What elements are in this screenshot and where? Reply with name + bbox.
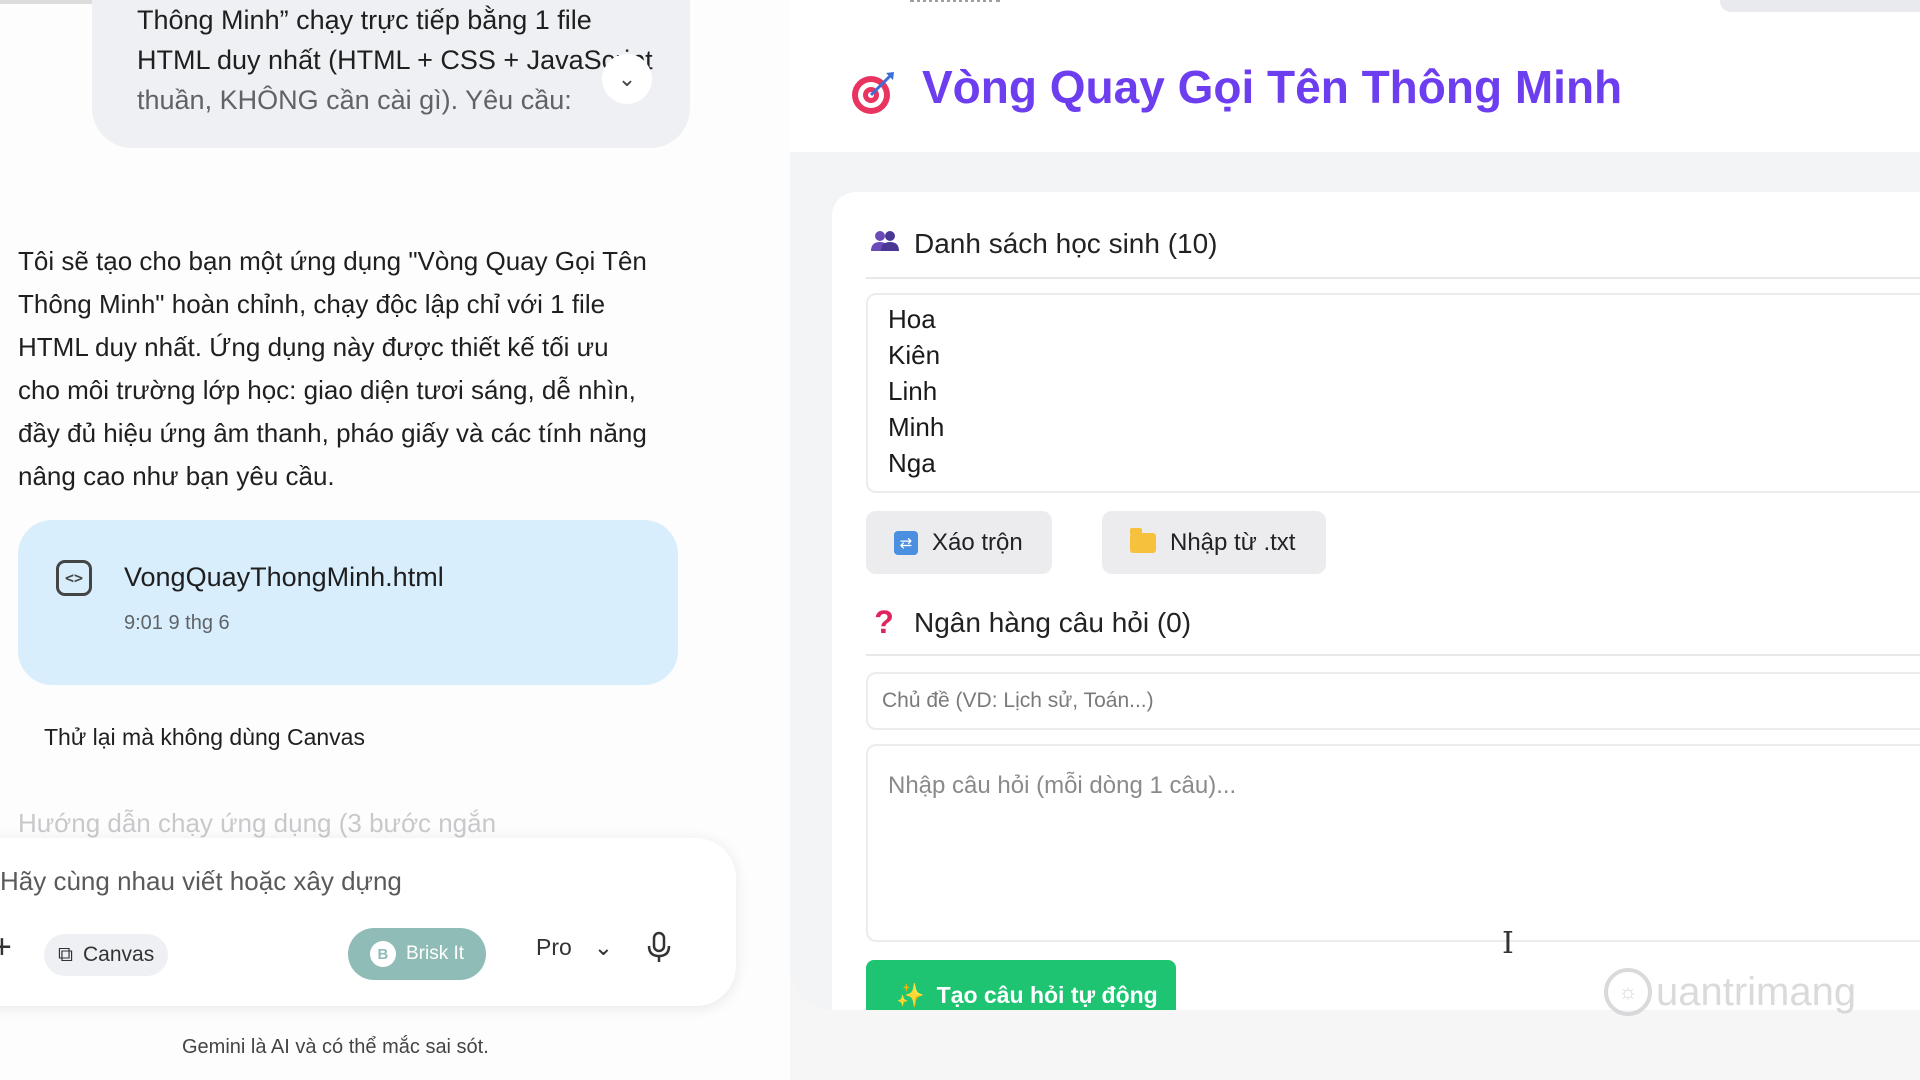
students-section-title: Danh sách học sinh (10) <box>870 228 1218 260</box>
previous-message-edge <box>0 0 95 4</box>
app-header: Vòng Quay Gọi Tên Thông Minh <box>790 0 1920 152</box>
divider <box>866 654 1920 656</box>
watermark-text: uantrimang <box>1656 969 1857 1014</box>
student-name: Kiên <box>888 340 941 370</box>
questions-section-title: ? Ngân hàng câu hỏi (0) <box>870 604 1191 641</box>
file-timestamp: 9:01 9 thg 6 <box>124 612 230 634</box>
shuffle-button[interactable]: ⇄ Xáo trộn <box>866 511 1052 574</box>
code-icon: <> <box>56 560 92 596</box>
plus-icon[interactable]: + <box>0 930 12 964</box>
sparkles-icon: ✨ <box>896 981 925 1008</box>
response-line: đầy đủ hiệu ứng âm thanh, pháo giấy và c… <box>18 418 647 448</box>
mic-icon-svg <box>647 931 671 962</box>
question-icon: ? <box>874 604 894 640</box>
response-line: Thông Minh" hoàn chỉnh, chạy độc lập chỉ… <box>18 289 606 319</box>
file-name: VongQuayThongMinh.html <box>124 562 444 592</box>
shuffle-icon: ⇄ <box>894 530 918 555</box>
control-card: Danh sách học sinh (10) Hoa Kiên Linh Mi… <box>832 192 1920 1010</box>
chevron-down-icon: ⌄ <box>593 934 614 960</box>
response-line: nâng cao như bạn yêu cầu. <box>18 461 335 491</box>
import-label: Nhập từ .txt <box>1170 528 1296 556</box>
brisk-it-label: Brisk It <box>405 943 465 964</box>
mic-icon[interactable] <box>646 931 672 970</box>
user-message-line: HTML duy nhất (HTML + CSS + JavaScript <box>137 45 653 75</box>
chat-panel: Thông Minh” chạy trực tiếp bằng 1 file H… <box>0 0 790 1080</box>
canvas-tool-chip[interactable]: ⧉ Canvas <box>44 934 169 976</box>
watermark-logo-icon: ☼ <box>1604 968 1652 1016</box>
brisk-it-button[interactable]: B Brisk It <box>348 928 486 980</box>
generate-questions-button[interactable]: ✨ Tạo câu hỏi tự động <box>866 960 1176 1010</box>
model-label: Pro <box>536 934 572 960</box>
students-textarea[interactable]: Hoa Kiên Linh Minh Nga <box>866 293 1920 493</box>
header-pill <box>1720 0 1920 12</box>
canvas-chip-label: Canvas <box>83 943 155 966</box>
student-name: Hoa <box>888 304 936 334</box>
watermark: ☼ uantrimang <box>1604 968 1856 1016</box>
prompt-input[interactable]: Hãy cùng nhau viết hoặc xây dựng <box>0 866 402 897</box>
generate-label: Tạo câu hỏi tự động <box>936 981 1158 1008</box>
topic-input[interactable] <box>866 672 1920 730</box>
user-message-line: thuần, KHÔNG cần cài gì). Yêu cầu: <box>137 85 572 115</box>
model-selector[interactable]: Pro ⌄ <box>536 934 613 961</box>
questions-title-label: Ngân hàng câu hỏi (0) <box>914 606 1192 638</box>
text-cursor-icon: I <box>1502 926 1514 961</box>
target-icon <box>852 72 894 114</box>
canvas-icon: ⧉ <box>58 943 73 966</box>
header-fragment <box>910 0 1000 2</box>
response-line: HTML duy nhất. Ứng dụng này được thiết k… <box>18 332 609 362</box>
student-name: Linh <box>888 376 938 406</box>
response-line: Tôi sẽ tạo cho bạn một ứng dụng "Vòng Qu… <box>18 246 647 276</box>
import-txt-button[interactable]: Nhập từ .txt <box>1102 511 1326 574</box>
user-message-line: Thông Minh” chạy trực tiếp bằng 1 file <box>137 5 592 35</box>
expand-message-button[interactable]: ⌄ <box>602 54 652 104</box>
student-name: Minh <box>888 412 945 442</box>
student-name: Nga <box>888 448 936 478</box>
disclaimer-text: Gemini là AI và có thể mắc sai sót. <box>182 1036 489 1058</box>
chevron-down-icon: ⌄ <box>617 66 637 91</box>
app-title: Vòng Quay Gọi Tên Thông Minh <box>922 61 1623 113</box>
questions-textarea[interactable] <box>866 744 1920 942</box>
canvas-preview-panel: Vòng Quay Gọi Tên Thông Minh Danh sách h… <box>790 0 1920 1010</box>
retry-without-canvas-link[interactable]: Thử lại mà không dùng Canvas <box>44 724 365 751</box>
faded-response-text: Hướng dẫn chạy ứng dụng (3 bước ngắn <box>18 808 497 838</box>
assistant-response: Tôi sẽ tạo cho bạn một ứng dụng "Vòng Qu… <box>18 240 688 498</box>
user-message-bubble: Thông Minh” chạy trực tiếp bằng 1 file H… <box>92 0 690 148</box>
brisk-logo-icon: B <box>369 941 396 967</box>
response-line: cho môi trường lớp học: giao diện tươi s… <box>18 375 636 405</box>
divider <box>866 277 1920 279</box>
shuffle-label: Xáo trộn <box>932 528 1023 556</box>
prompt-composer: Hãy cùng nhau viết hoặc xây dựng + ⧉ Can… <box>0 838 736 1006</box>
folder-icon <box>1130 527 1156 553</box>
students-title-label: Danh sách học sinh (10) <box>914 228 1218 259</box>
people-icon <box>870 228 899 260</box>
canvas-file-card[interactable]: <> VongQuayThongMinh.html 9:01 9 thg 6 <box>18 520 678 685</box>
